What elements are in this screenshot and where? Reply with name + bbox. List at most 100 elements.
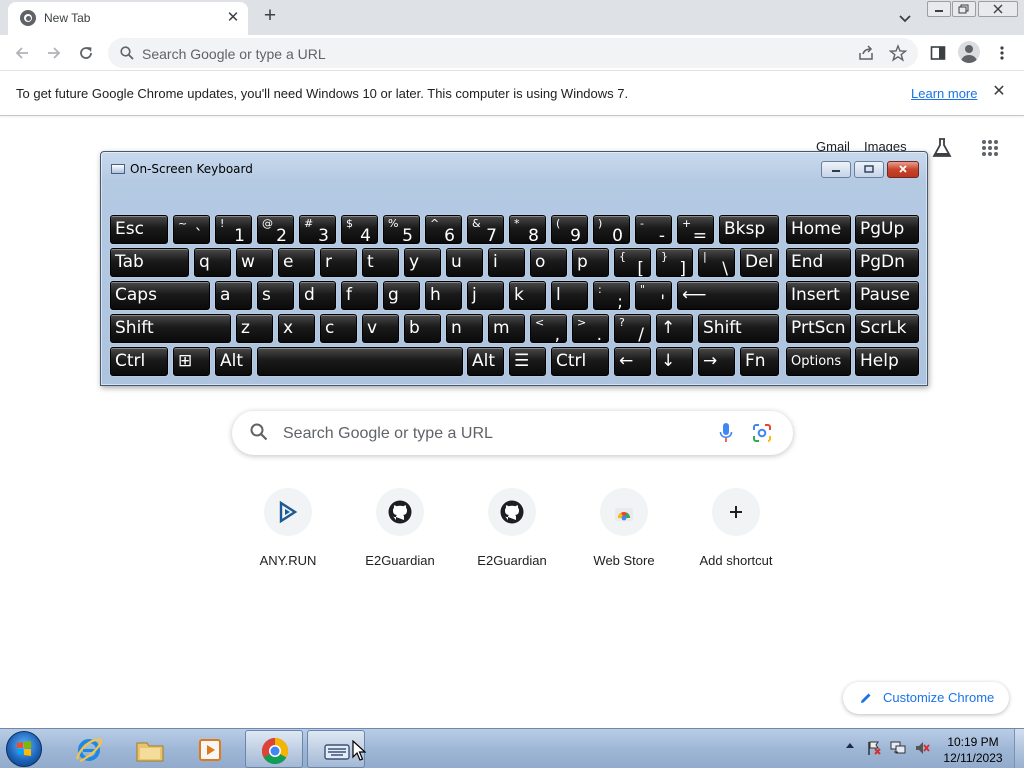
key-k[interactable]: k [509,281,546,310]
google-apps-grid-icon[interactable] [981,139,999,157]
key-semicolon[interactable]: :; [593,281,630,312]
osk-maximize-button[interactable] [854,161,884,178]
back-arrow-icon[interactable] [10,41,34,65]
key-i[interactable]: i [488,248,525,277]
key-quote[interactable]: " ' [635,281,672,312]
network-icon[interactable] [890,740,906,756]
taskbar-internet-explorer[interactable] [60,730,118,768]
key-s[interactable]: s [257,281,294,310]
omnibox-input[interactable]: Search Google or type a URL [142,46,326,62]
key-shift-left[interactable]: Shift [110,314,231,343]
key-backslash[interactable]: | \ [698,248,735,279]
key-6[interactable]: ^ 6 [425,215,462,246]
key-5[interactable]: % 5 [383,215,420,246]
key-f[interactable]: f [341,281,378,310]
key-e[interactable]: e [278,248,315,277]
key-caps[interactable]: Caps [110,281,210,310]
key-home[interactable]: Home [786,215,851,244]
shortcut-tile[interactable]: Add shortcut [680,488,792,578]
key-h[interactable]: h [425,281,462,310]
key-pause[interactable]: Pause [855,281,919,310]
key-o[interactable]: o [530,248,567,277]
action-center-flag-icon[interactable] [866,740,882,756]
omnibox[interactable]: Search Google or type a URL [108,38,918,68]
key-c[interactable]: c [320,314,357,343]
voice-search-mic-icon[interactable] [719,422,733,444]
key-a[interactable]: a [215,281,252,310]
share-icon[interactable] [858,45,874,61]
key-enter[interactable]: ⟵ [677,281,779,310]
ntp-search-input[interactable]: Search Google or type a URL [283,425,493,443]
show-hidden-icons-arrow-icon[interactable] [846,743,854,748]
profile-avatar-icon[interactable] [958,41,980,63]
key-pgup[interactable]: PgUp [855,215,919,244]
key-alt-right[interactable]: Alt [467,347,504,376]
key-7[interactable]: & 7 [467,215,504,246]
key-0[interactable]: ) 0 [593,215,630,246]
osk-close-button[interactable] [887,161,919,178]
key-tilde[interactable]: ~ ` [173,215,210,246]
key-g[interactable]: g [383,281,420,310]
key-lbracket[interactable]: {[ [614,248,651,279]
chrome-labs-flask-icon[interactable] [930,136,954,160]
shortcut-tile[interactable]: ANY.RUN [232,488,344,578]
key-m[interactable]: m [488,314,525,343]
key-ctrl-left[interactable]: Ctrl [110,347,168,376]
key-esc[interactable]: Esc [110,215,168,244]
reload-icon[interactable] [74,41,98,65]
key-tab[interactable]: Tab [110,248,189,277]
osk-minimize-button[interactable] [821,161,851,178]
key-shift-right[interactable]: Shift [698,314,779,343]
key-down-arrow[interactable]: ↓ [656,347,693,376]
key-minus[interactable]: -- [635,215,672,246]
show-desktop-button[interactable] [1014,729,1024,768]
key-1[interactable]: ! 1 [215,215,252,246]
shortcut-tile[interactable]: E2Guardian [344,488,456,578]
taskbar-clock-time[interactable]: 10:19 PM [940,735,1006,749]
key-4[interactable]: $4 [341,215,378,246]
window-close-button[interactable] [978,1,1018,17]
tab-new-tab[interactable]: New Tab ✕ [8,2,248,35]
key-d[interactable]: d [299,281,336,310]
shortcut-tile[interactable]: E2Guardian [456,488,568,578]
window-minimize-button[interactable] [927,1,951,17]
bookmark-star-icon[interactable] [889,44,907,62]
tab-close-button[interactable]: ✕ [224,9,242,27]
learn-more-link[interactable]: Learn more [911,86,977,101]
key-menu[interactable]: ☰ [509,347,546,376]
key-r[interactable]: r [320,248,357,277]
key-u[interactable]: u [446,248,483,277]
key-b[interactable]: b [404,314,441,343]
shortcut-tile[interactable]: Web Store [568,488,680,578]
key-prtscn[interactable]: PrtScn [786,314,851,343]
key-y[interactable]: y [404,248,441,277]
taskbar-media-player[interactable] [182,730,240,768]
taskbar-chrome[interactable] [245,730,303,768]
key-equals[interactable]: + = [677,215,714,246]
key-n[interactable]: n [446,314,483,343]
key-options[interactable]: Options [786,347,851,376]
volume-muted-icon[interactable] [914,740,930,756]
side-panel-icon[interactable] [926,41,950,65]
key-fn[interactable]: Fn [740,347,779,376]
key-period[interactable]: >. [572,314,609,345]
key-8[interactable]: * 8 [509,215,546,246]
key-q[interactable]: q [194,248,231,277]
key-alt-left[interactable]: Alt [215,347,252,376]
customize-chrome-button[interactable]: Customize Chrome [843,682,1009,714]
tab-search-chevron-icon[interactable] [895,8,915,28]
key-pgdn[interactable]: PgDn [855,248,919,277]
chrome-menu-icon[interactable] [990,41,1014,65]
key-comma[interactable]: <, [530,314,567,345]
key-help[interactable]: Help [855,347,919,376]
new-tab-button[interactable]: + [258,5,282,29]
ntp-search-box[interactable]: Search Google or type a URL [232,411,793,455]
key-bksp[interactable]: Bksp [719,215,779,244]
taskbar-file-explorer[interactable] [121,730,179,768]
key-left-arrow[interactable]: ← [614,347,651,376]
key-del[interactable]: Del [740,248,779,277]
start-button[interactable] [6,731,42,767]
infobar-close-button[interactable]: ✕ [990,83,1008,101]
key-slash[interactable]: ? / [614,314,651,345]
key-ctrl-right[interactable]: Ctrl [551,347,609,376]
